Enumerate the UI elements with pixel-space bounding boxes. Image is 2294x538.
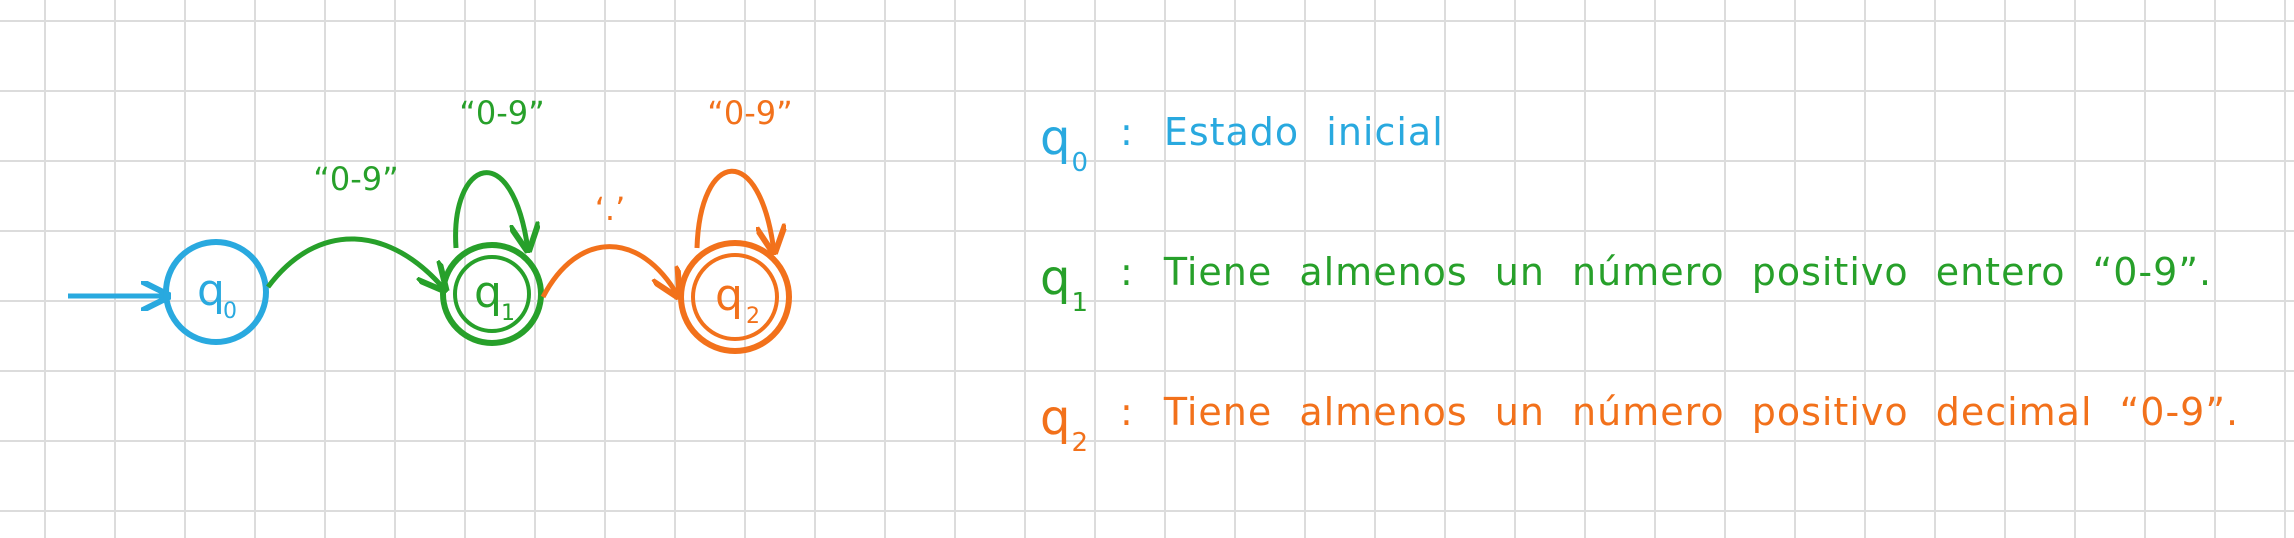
- legend-q1-description: Tiene almenos un número positivo entero …: [1163, 250, 2213, 294]
- state-q1: q 1: [440, 242, 544, 346]
- legend-q2-separator: :: [1120, 390, 1134, 434]
- state-q1-label: q: [474, 267, 502, 318]
- state-q0-label: q: [197, 265, 225, 316]
- legend-q0-separator: :: [1120, 110, 1134, 154]
- transition-q1-loop-label: “0-9”: [459, 94, 544, 132]
- legend-q1-symbol: q1: [1040, 250, 1090, 318]
- legend-q0-symbol: q0: [1040, 110, 1090, 178]
- transition-q1-q2: [540, 244, 678, 297]
- state-legend: q0 : Estado inicial q1 : Tiene almenos u…: [1040, 110, 2280, 530]
- transition-q2-loop-label: “0-9”: [707, 94, 792, 132]
- legend-q1-separator: :: [1120, 250, 1134, 294]
- state-q0-subscript: 0: [223, 299, 237, 324]
- legend-row-q2: q2 : Tiene almenos un número positivo de…: [1040, 390, 2280, 530]
- legend-q0-description: Estado inicial: [1163, 110, 1444, 154]
- state-q2: q 2: [678, 240, 792, 354]
- state-q0: q 0: [163, 239, 269, 345]
- transition-q0-q1-label: “0-9”: [313, 160, 398, 198]
- legend-row-q1: q1 : Tiene almenos un número positivo en…: [1040, 250, 2280, 390]
- transition-q2-loop: [694, 168, 774, 252]
- legend-q2-description: Tiene almenos un número positivo decimal…: [1163, 390, 2240, 434]
- legend-q2-symbol: q2: [1040, 390, 1090, 458]
- transition-q0-q1: [265, 236, 445, 290]
- legend-row-q0: q0 : Estado inicial: [1040, 110, 2280, 250]
- automaton-diagram: q 0 q 1 q 2 “0-9” “0-9” ‘.’ “0-9”: [68, 94, 793, 354]
- transition-q1-loop: [453, 170, 528, 250]
- state-q2-subscript: 2: [746, 304, 760, 329]
- transition-q1-q2-label: ‘.’: [595, 190, 626, 228]
- state-q2-label: q: [715, 270, 743, 321]
- state-q1-subscript: 1: [501, 301, 515, 326]
